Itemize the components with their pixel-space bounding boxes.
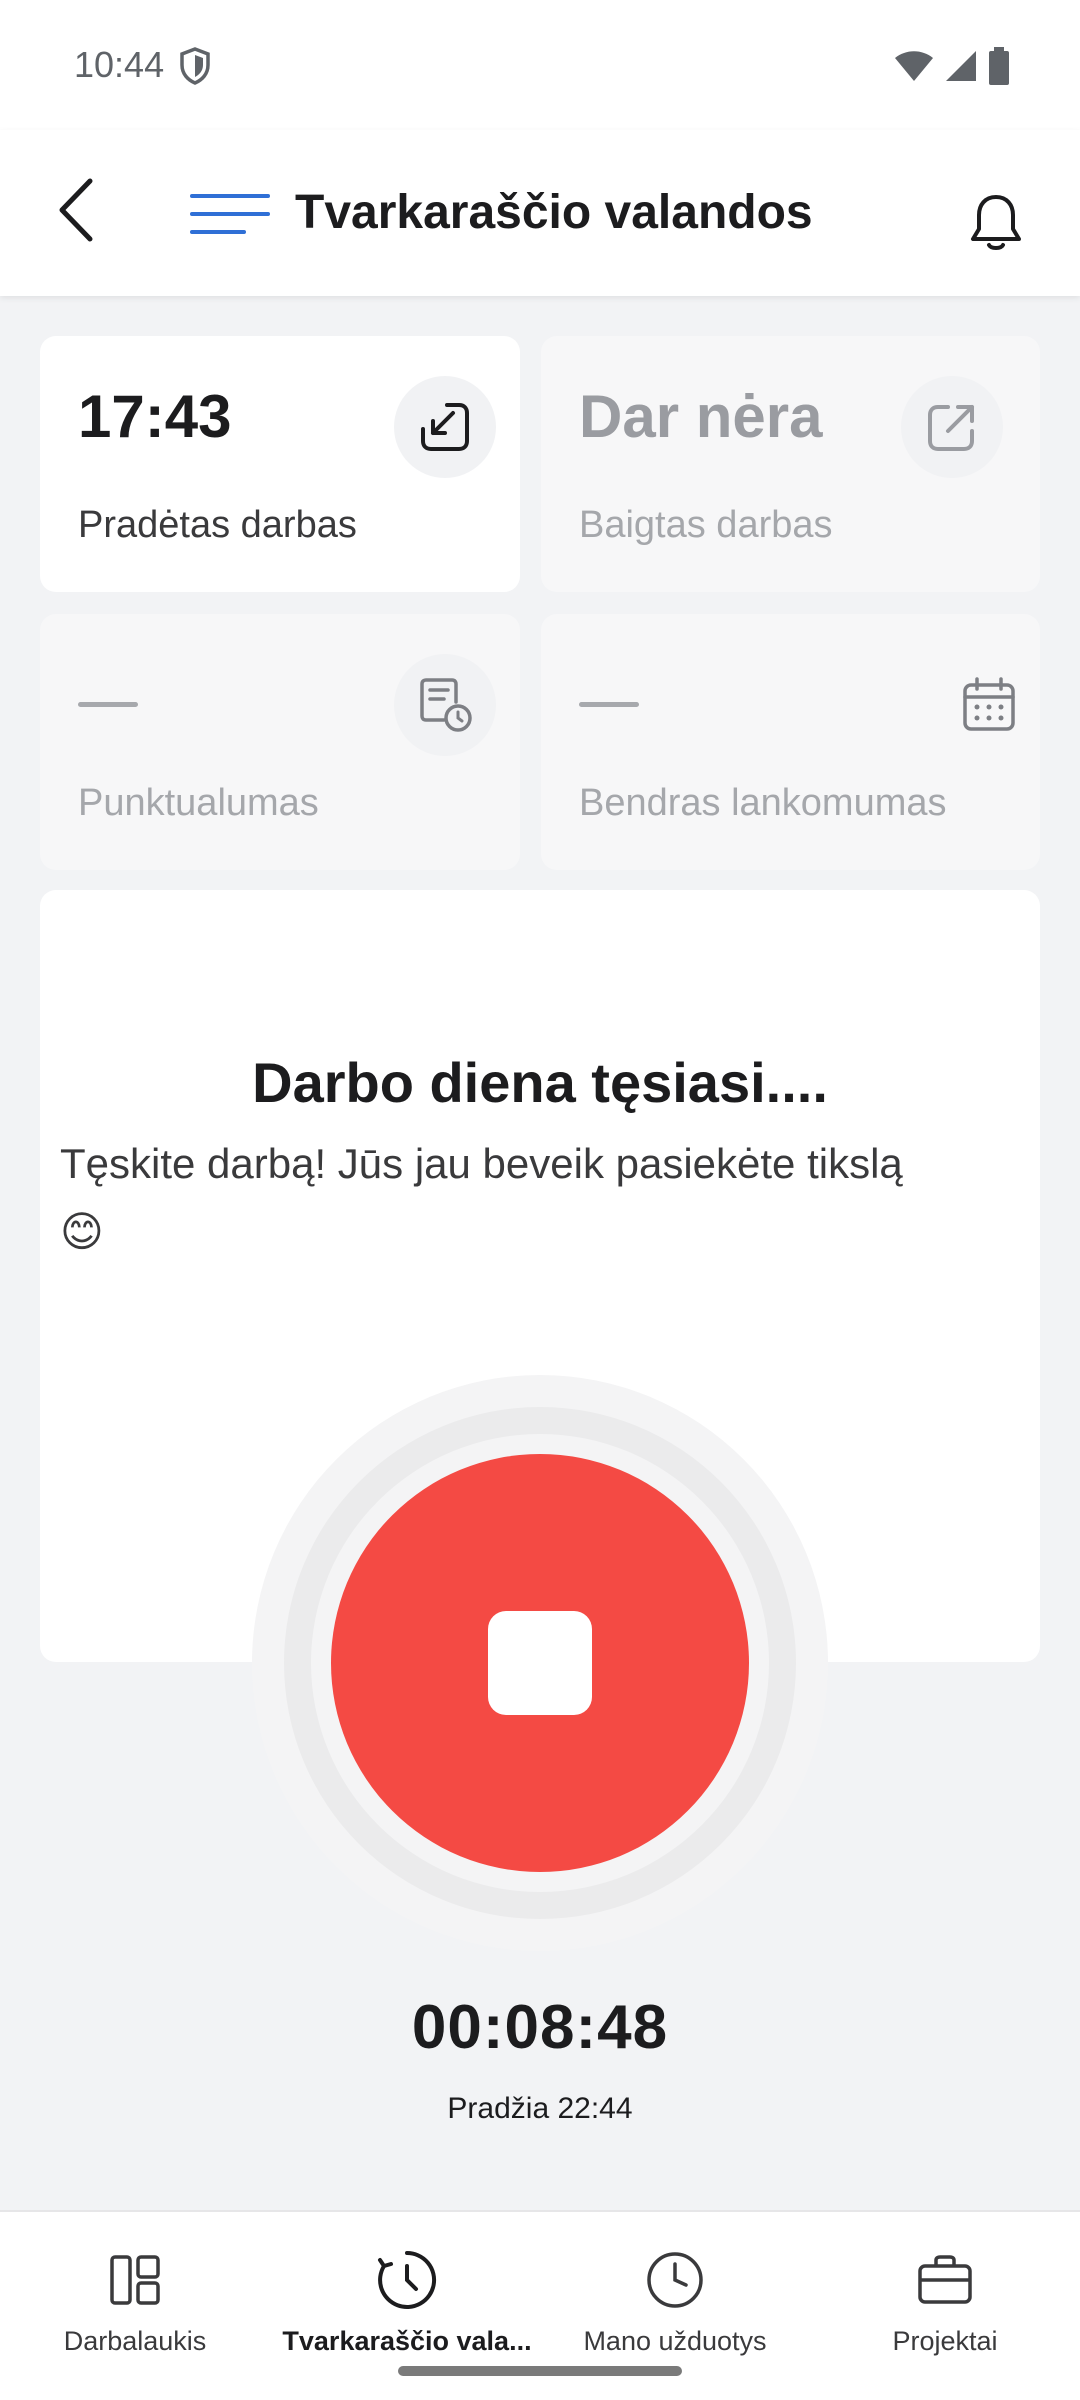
battery-icon xyxy=(989,47,1009,85)
dashboard-icon xyxy=(103,2248,167,2312)
status-time: 10:44 xyxy=(74,44,165,85)
calendar-icon xyxy=(963,677,1015,731)
card-punctuality: Punktualumas xyxy=(40,614,520,870)
card-value: 17:43 xyxy=(78,383,232,450)
page-title: Tvarkaraščio valandos xyxy=(295,186,813,239)
workday-status-message: Tęskite darbą! Jūs jau beveik pasiekėte … xyxy=(60,1130,1030,1266)
clock-out-icon xyxy=(928,405,974,451)
clock-icon xyxy=(643,2248,707,2312)
card-value: Dar nėra xyxy=(579,383,823,450)
shield-icon xyxy=(180,47,210,85)
clock-in-icon xyxy=(421,403,469,451)
workday-status-title: Darbo diena tęsiasi.... xyxy=(252,1051,828,1114)
card-label: Punktualumas xyxy=(78,782,319,824)
nav-label: Projektai xyxy=(892,2326,998,2356)
notifications-button[interactable] xyxy=(960,186,1032,258)
attendance-button[interactable] xyxy=(938,654,1040,756)
nav-my-tasks[interactable]: Mano užduotys xyxy=(570,2212,780,2372)
card-label: Bendras lankomumas xyxy=(579,782,947,824)
nav-label: Mano užduotys xyxy=(583,2326,767,2356)
stop-icon xyxy=(488,1611,592,1715)
card-attendance: Bendras lankomumas xyxy=(541,614,1040,870)
timesheet-icon xyxy=(375,2248,439,2312)
signal-icon xyxy=(946,51,976,81)
card-finished-work: Dar nėra Baigtas darbas xyxy=(541,336,1040,592)
empty-value-dash xyxy=(78,702,138,707)
nav-dashboard[interactable]: Darbalaukis xyxy=(40,2212,230,2372)
briefcase-icon xyxy=(913,2248,977,2312)
elapsed-timer: 00:08:48 xyxy=(411,1993,669,2062)
message-text: Tęskite darbą! Jūs jau beveik pasiekėte … xyxy=(60,1140,903,1187)
app-header: Tvarkaraščio valandos xyxy=(0,130,1080,296)
card-started-work: 17:43 Pradėtas darbas xyxy=(40,336,520,592)
bell-icon xyxy=(971,195,1021,250)
card-label: Baigtas darbas xyxy=(579,504,833,546)
status-icons xyxy=(894,46,1010,86)
punctuality-button[interactable] xyxy=(394,654,496,756)
screen: 10:44 Tvarkaraščio valandos 17:43 Pradėt… xyxy=(0,0,1080,2400)
card-label: Pradėtas darbas xyxy=(78,504,357,546)
nav-timesheet[interactable]: Tvarkaraščio vala... xyxy=(282,2212,532,2372)
clock-out-button[interactable] xyxy=(901,376,1003,478)
stop-button[interactable] xyxy=(331,1454,749,1872)
wifi-icon xyxy=(895,51,933,81)
status-bar: 10:44 xyxy=(0,0,1080,130)
clock-in-button[interactable] xyxy=(394,376,496,478)
menu-icon[interactable] xyxy=(190,192,270,236)
chevron-left-icon xyxy=(59,178,93,242)
empty-value-dash xyxy=(579,702,639,707)
start-time: Pradžia 22:44 xyxy=(447,2092,633,2125)
back-button[interactable] xyxy=(46,170,106,250)
nav-label: Tvarkaraščio vala... xyxy=(282,2326,532,2356)
punctuality-icon xyxy=(420,678,472,732)
smile-emoji-icon: 😊 xyxy=(60,1208,104,1255)
home-indicator[interactable] xyxy=(398,2366,682,2376)
nav-projects[interactable]: Projektai xyxy=(850,2212,1040,2372)
nav-label: Darbalaukis xyxy=(63,2326,207,2356)
